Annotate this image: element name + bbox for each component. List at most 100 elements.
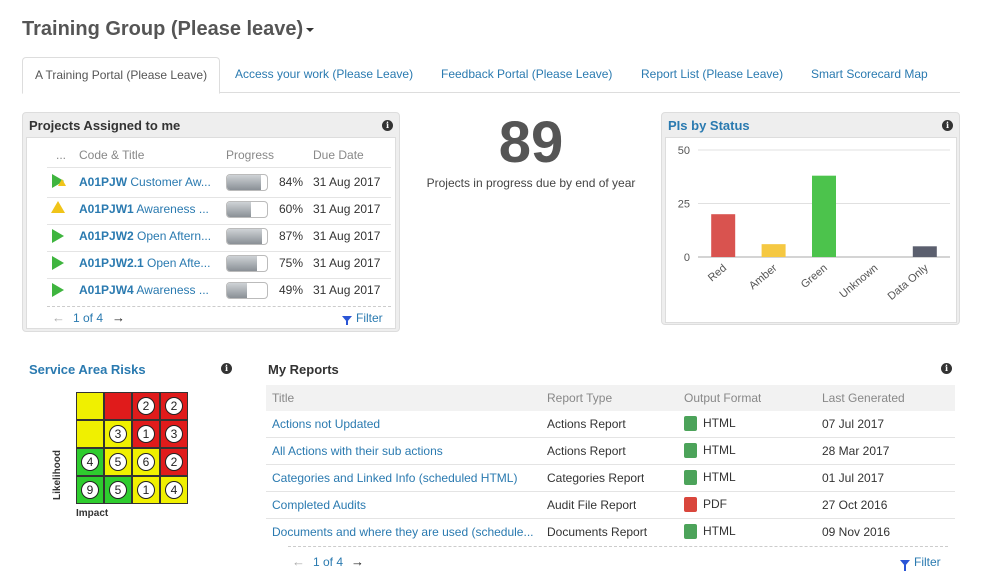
prev-page-arrow-icon[interactable]: ← (52, 310, 65, 325)
report-title-link[interactable]: Documents and where they are used (sched… (272, 525, 540, 539)
risk-count-badge[interactable]: 5 (109, 453, 127, 471)
risk-cell[interactable]: 3 (160, 420, 188, 448)
report-last-generated: 28 Mar 2017 (822, 444, 890, 458)
projects-filter-button[interactable]: Filter (342, 311, 383, 325)
project-code-title[interactable]: A01PJW Customer Aw... (79, 175, 215, 189)
col-header-report-type[interactable]: Report Type (547, 391, 612, 405)
reports-filter-button[interactable]: Filter (900, 555, 941, 571)
risk-cell[interactable]: 2 (132, 392, 160, 420)
y-tick-label: 25 (678, 199, 690, 211)
project-code-title[interactable]: A01PJW2.1 Open Afte... (79, 256, 215, 270)
status-play-icon (52, 229, 64, 243)
risk-count-badge[interactable]: 4 (81, 453, 99, 471)
info-icon[interactable]: i (382, 120, 393, 131)
tab-report-list[interactable]: Report List (Please Leave) (629, 57, 795, 93)
due-date: 31 Aug 2017 (313, 229, 381, 243)
risk-count-badge[interactable]: 9 (81, 481, 99, 499)
col-header-output-format[interactable]: Output Format (684, 391, 761, 405)
project-code-title[interactable]: A01PJW1 Awareness ... (79, 202, 215, 216)
project-code-title[interactable]: A01PJW2 Open Aftern... (79, 229, 215, 243)
risk-count-badge[interactable]: 5 (109, 481, 127, 499)
report-title-link[interactable]: Completed Audits (272, 498, 540, 512)
html-file-icon (684, 524, 697, 540)
caret-down-icon[interactable] (306, 27, 315, 32)
project-code-title[interactable]: A01PJW4 Awareness ... (79, 283, 215, 297)
report-row: All Actions with their sub actions Action… (266, 438, 955, 465)
risk-matrix: 2231345629514 (76, 392, 188, 504)
report-title-link[interactable]: All Actions with their sub actions (272, 444, 540, 458)
progress-percent: 60% (279, 202, 304, 216)
report-format[interactable]: HTML (684, 443, 736, 459)
risk-count-badge[interactable]: 2 (165, 397, 183, 415)
col-header-title[interactable]: Title (272, 391, 294, 405)
risk-cell[interactable]: 5 (104, 448, 132, 476)
risk-count-badge[interactable]: 1 (137, 481, 155, 499)
col-header-progress[interactable]: Progress (226, 148, 274, 162)
bar-red[interactable] (711, 214, 736, 257)
project-row[interactable]: A01PJW2.1 Open Afte... 75% 31 Aug 2017 (27, 252, 395, 279)
col-header-last-generated[interactable]: Last Generated (822, 391, 905, 405)
risk-cell[interactable]: 9 (76, 476, 104, 504)
project-row[interactable]: A01PJW1 Awareness ... 60% 31 Aug 2017 (27, 198, 395, 225)
col-header-dots: ... (56, 148, 67, 162)
project-row[interactable]: A01PJW2 Open Aftern... 87% 31 Aug 2017 (27, 225, 395, 252)
tab-feedback-portal[interactable]: Feedback Portal (Please Leave) (429, 57, 624, 93)
report-format[interactable]: PDF (684, 497, 727, 513)
tab-access-your-work[interactable]: Access your work (Please Leave) (223, 57, 425, 93)
bar-green[interactable] (812, 175, 836, 257)
next-page-arrow-icon[interactable]: → (351, 554, 364, 569)
reports-pager[interactable]: 1 of 4 (313, 555, 343, 569)
tab-smart-scorecard-map[interactable]: Smart Scorecard Map (799, 57, 940, 93)
status-warning-icon (58, 179, 66, 186)
risk-cell[interactable]: 2 (160, 392, 188, 420)
projects-pager[interactable]: 1 of 4 (73, 311, 103, 325)
info-icon[interactable]: i (942, 120, 953, 131)
col-header-due-date[interactable]: Due Date (313, 148, 364, 162)
kpi-widget: 89 Projects in progress due by end of ye… (420, 110, 642, 190)
col-header-code-title[interactable]: Code & Title (79, 148, 144, 162)
risk-count-badge[interactable]: 3 (165, 425, 183, 443)
risk-count-badge[interactable]: 6 (137, 453, 155, 471)
risk-cell[interactable]: 4 (160, 476, 188, 504)
report-title-link[interactable]: Categories and Linked Info (scheduled HT… (272, 471, 540, 485)
progress-bar (226, 255, 268, 272)
risk-cell[interactable]: 3 (104, 420, 132, 448)
tab-training-portal[interactable]: A Training Portal (Please Leave) (22, 57, 221, 94)
group-title[interactable]: Training Group (Please leave) (22, 18, 315, 41)
risk-count-badge[interactable]: 4 (165, 481, 183, 499)
next-page-arrow-icon[interactable]: → (112, 310, 125, 325)
pis-chart-area: 0 25 50 Red Amber Green Unknown Data Only (665, 137, 957, 323)
html-file-icon (684, 416, 697, 432)
bar-amber[interactable] (761, 244, 786, 257)
project-row[interactable]: A01PJW4 Awareness ... 49% 31 Aug 2017 (27, 279, 395, 307)
risk-cell[interactable]: 1 (132, 476, 160, 504)
risk-cell[interactable]: 1 (132, 420, 160, 448)
info-icon[interactable]: i (941, 363, 952, 374)
report-title-link[interactable]: Actions not Updated (272, 417, 540, 431)
risk-count-badge[interactable]: 2 (137, 397, 155, 415)
report-format[interactable]: HTML (684, 416, 736, 432)
info-icon[interactable]: i (221, 363, 232, 374)
prev-page-arrow-icon[interactable]: ← (292, 554, 305, 569)
report-format[interactable]: HTML (684, 524, 736, 540)
pis-status-title[interactable]: PIs by Status (668, 118, 750, 133)
status-play-icon (52, 256, 64, 270)
service-area-risks-title[interactable]: Service Area Risks (29, 362, 146, 377)
report-type: Actions Report (547, 444, 626, 458)
risk-cell[interactable]: 2 (160, 448, 188, 476)
project-row[interactable]: A01PJW Customer Aw... 84% 31 Aug 2017 (27, 171, 395, 198)
report-format[interactable]: HTML (684, 470, 736, 486)
progress-bar (226, 174, 268, 191)
status-play-icon (52, 283, 64, 297)
risk-count-badge[interactable]: 3 (109, 425, 127, 443)
report-type: Audit File Report (547, 498, 637, 512)
risk-count-badge[interactable]: 1 (137, 425, 155, 443)
risk-cell[interactable]: 5 (104, 476, 132, 504)
kpi-caption: Projects in progress due by end of year (426, 176, 636, 190)
y-tick-label: 0 (684, 252, 690, 264)
risk-cell[interactable]: 6 (132, 448, 160, 476)
risk-count-badge[interactable]: 2 (165, 453, 183, 471)
bar-data-only[interactable] (912, 246, 937, 257)
pis-bar-chart: 0 25 50 Red Amber Green Unknown Data Only (678, 145, 950, 303)
risk-cell[interactable]: 4 (76, 448, 104, 476)
